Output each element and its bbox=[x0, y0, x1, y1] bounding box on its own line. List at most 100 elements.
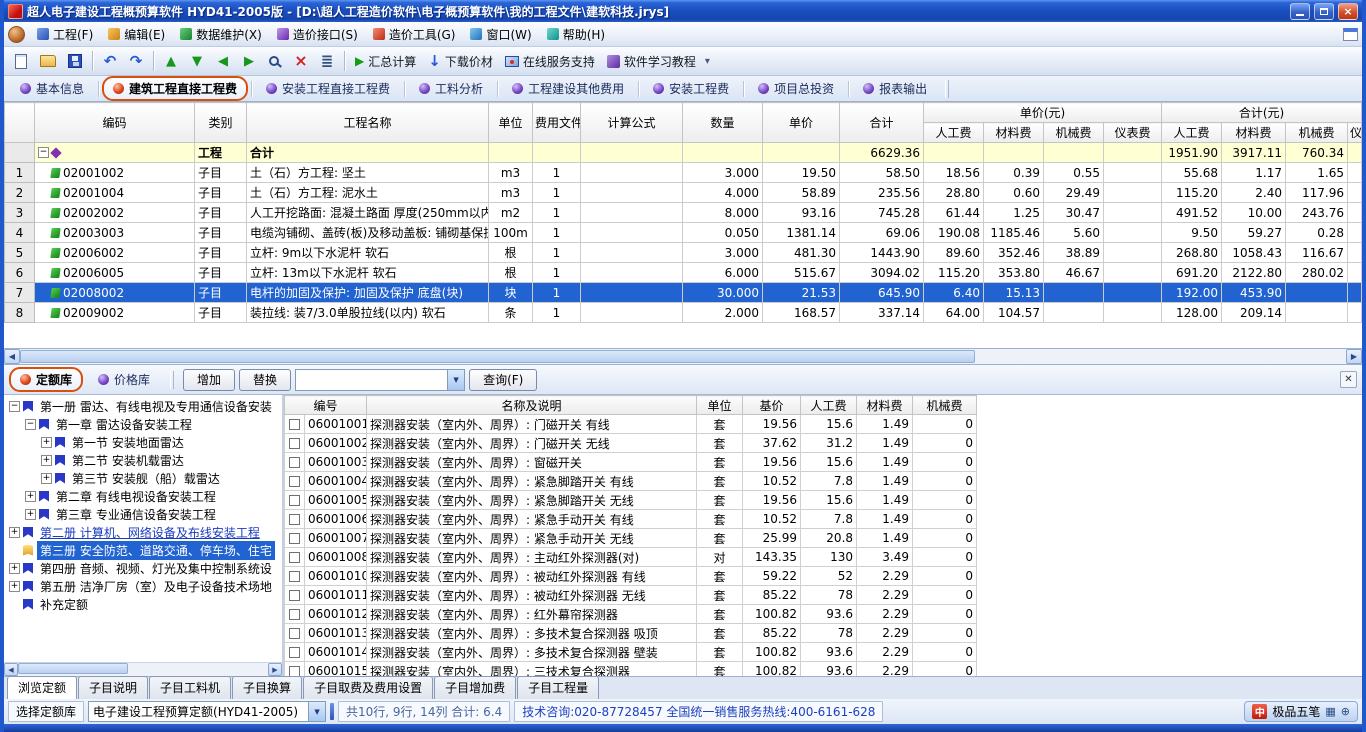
quota-cell[interactable]: 06001013 bbox=[305, 624, 367, 643]
grid-cell[interactable]: 29.49 bbox=[1044, 183, 1104, 203]
tab-item-resources[interactable]: 子目工料机 bbox=[149, 676, 231, 699]
quota-cell[interactable]: 06001001 bbox=[305, 415, 367, 434]
quota-cell[interactable]: 19.56 bbox=[743, 491, 801, 510]
col-header-t-machine[interactable]: 机械费 bbox=[1286, 123, 1348, 143]
table-row[interactable]: 502006002子目立杆: 9m以下水泥杆 软石根13.000481.3014… bbox=[5, 243, 1362, 263]
tree-expander[interactable]: − bbox=[38, 147, 49, 158]
grid-cell[interactable]: 5.60 bbox=[1044, 223, 1104, 243]
quota-cell[interactable]: 0 bbox=[913, 624, 977, 643]
quota-cell[interactable]: 1.49 bbox=[857, 510, 913, 529]
grid-cell[interactable]: 1 bbox=[533, 303, 581, 323]
quota-row[interactable]: 06001006探测器安装（室内外、周界）: 紧急手动开关 有线套10.527.… bbox=[285, 510, 977, 529]
quota-row[interactable]: 06001003探测器安装（室内外、周界）: 窗磁开关套19.5615.61.4… bbox=[285, 453, 977, 472]
row-checkbox-cell[interactable] bbox=[285, 491, 305, 510]
move-up-button[interactable]: ▲ bbox=[159, 49, 183, 73]
grid-cell[interactable]: 条 bbox=[489, 303, 533, 323]
menu-interface[interactable]: 造价接口(S) bbox=[270, 23, 365, 46]
row-checkbox[interactable] bbox=[289, 419, 300, 430]
row-checkbox-cell[interactable] bbox=[285, 605, 305, 624]
menu-edit[interactable]: 编辑(E) bbox=[101, 23, 172, 46]
quota-cell[interactable]: 93.6 bbox=[801, 662, 857, 677]
grid-cell[interactable] bbox=[1348, 303, 1362, 323]
table-row[interactable]: 202001004子目土（石）方工程: 泥水土m314.00058.89235.… bbox=[5, 183, 1362, 203]
quota-cell[interactable]: 52 bbox=[801, 567, 857, 586]
quota-cell[interactable]: 套 bbox=[697, 434, 743, 453]
tab-report-output[interactable]: 报表输出 bbox=[852, 76, 938, 101]
row-number[interactable]: 4 bbox=[5, 223, 35, 243]
quota-cell[interactable]: 套 bbox=[697, 662, 743, 677]
grid-cell[interactable]: 土（石）方工程: 坚土 bbox=[247, 163, 489, 183]
tree-expander[interactable]: + bbox=[9, 563, 20, 574]
grid-cell[interactable]: 子目 bbox=[195, 203, 247, 223]
row-checkbox-cell[interactable] bbox=[285, 662, 305, 677]
grid-cell[interactable]: 立杆: 9m以下水泥杆 软石 bbox=[247, 243, 489, 263]
row-checkbox[interactable] bbox=[289, 533, 300, 544]
row-checkbox[interactable] bbox=[289, 438, 300, 449]
save-button[interactable] bbox=[63, 49, 87, 73]
col-header-t-material[interactable]: 材料费 bbox=[1222, 123, 1286, 143]
quota-cell[interactable]: 0 bbox=[913, 567, 977, 586]
tab-labor-material-analysis[interactable]: 工料分析 bbox=[408, 76, 494, 101]
grid-cell[interactable]: 0.050 bbox=[683, 223, 763, 243]
grid-cell[interactable] bbox=[1044, 143, 1104, 163]
grid-cell[interactable]: 02006002 bbox=[35, 243, 195, 263]
grid-cell[interactable] bbox=[581, 143, 683, 163]
quota-cell[interactable]: 0 bbox=[913, 434, 977, 453]
col-header-fee-file[interactable]: 费用文件 bbox=[533, 103, 581, 143]
grid-cell[interactable]: 装拉线: 装7/3.0单股拉线(以内) 软石 bbox=[247, 303, 489, 323]
col-header-u-labor[interactable]: 人工费 bbox=[924, 123, 984, 143]
grid-cell[interactable]: 115.20 bbox=[1162, 183, 1222, 203]
quota-row[interactable]: 06001013探测器安装（室内外、周界）: 多技术复合探测器 吸顶套85.22… bbox=[285, 624, 977, 643]
tab-other-construction-fee[interactable]: 工程建设其他费用 bbox=[501, 76, 635, 101]
quota-cell[interactable]: 2.29 bbox=[857, 567, 913, 586]
move-right-button[interactable]: ▶ bbox=[237, 49, 261, 73]
grid-cell[interactable]: 1 bbox=[533, 183, 581, 203]
quota-cell[interactable]: 143.35 bbox=[743, 548, 801, 567]
menu-help[interactable]: 帮助(H) bbox=[540, 23, 612, 46]
grid-cell[interactable]: 2122.80 bbox=[1222, 263, 1286, 283]
quota-row[interactable]: 06001004探测器安装（室内外、周界）: 紧急脚踏开关 有线套10.527.… bbox=[285, 472, 977, 491]
grid-cell[interactable]: 1951.90 bbox=[1162, 143, 1222, 163]
download-price-button[interactable]: ↓下载价材 bbox=[423, 49, 498, 73]
table-row[interactable]: 802009002子目装拉线: 装7/3.0单股拉线(以内) 软石条12.000… bbox=[5, 303, 1362, 323]
grid-cell[interactable]: 69.06 bbox=[840, 223, 924, 243]
tree-item[interactable]: +第四册 音频、视频、灯光及集中控制系统设 bbox=[6, 559, 282, 577]
row-number[interactable]: 6 bbox=[5, 263, 35, 283]
tree-scroll-track[interactable] bbox=[18, 662, 268, 676]
row-checkbox-cell[interactable] bbox=[285, 472, 305, 491]
grid-cell[interactable]: 19.50 bbox=[763, 163, 840, 183]
quota-cell[interactable]: 100.82 bbox=[743, 662, 801, 677]
row-checkbox[interactable] bbox=[289, 666, 300, 676]
quota-cell[interactable]: 探测器安装（室内外、周界）: 门磁开关 无线 bbox=[367, 434, 697, 453]
grid-cell[interactable]: 10.00 bbox=[1222, 203, 1286, 223]
quota-cell[interactable]: 套 bbox=[697, 529, 743, 548]
grid-cell[interactable] bbox=[1348, 183, 1362, 203]
grid-cell[interactable]: 电缆沟铺砌、盖砖(板)及移动盖板: 铺砌基保护 bbox=[247, 223, 489, 243]
grid-cell[interactable]: 745.28 bbox=[840, 203, 924, 223]
scroll-track[interactable] bbox=[20, 349, 1346, 364]
grid-cell[interactable] bbox=[1104, 223, 1162, 243]
grid-cell[interactable]: 1381.14 bbox=[763, 223, 840, 243]
quota-cell[interactable]: 2.29 bbox=[857, 586, 913, 605]
quota-cell[interactable]: 探测器安装（室内外、周界）: 紧急手动开关 无线 bbox=[367, 529, 697, 548]
quota-cell[interactable]: 06001003 bbox=[305, 453, 367, 472]
tab-install-direct-fee[interactable]: 安装工程直接工程费 bbox=[255, 76, 401, 101]
grid-cell[interactable] bbox=[1348, 223, 1362, 243]
row-checkbox[interactable] bbox=[289, 457, 300, 468]
quota-cell[interactable]: 0 bbox=[913, 529, 977, 548]
row-checkbox[interactable] bbox=[289, 476, 300, 487]
tree-expander[interactable]: + bbox=[9, 527, 20, 538]
grid-cell[interactable]: 21.53 bbox=[763, 283, 840, 303]
quota-col-name[interactable]: 名称及说明 bbox=[367, 396, 697, 415]
tree-item-label[interactable]: 第二节 安装机载雷达 bbox=[69, 451, 187, 470]
quota-cell[interactable]: 15.6 bbox=[801, 491, 857, 510]
quota-cell[interactable]: 0 bbox=[913, 472, 977, 491]
find-button[interactable] bbox=[263, 49, 287, 73]
grid-cell[interactable]: 192.00 bbox=[1162, 283, 1222, 303]
quota-cell[interactable]: 探测器安装（室内外、周界）: 多技术复合探测器 吸顶 bbox=[367, 624, 697, 643]
grid-cell[interactable]: 64.00 bbox=[924, 303, 984, 323]
grid-cell[interactable]: 02009002 bbox=[35, 303, 195, 323]
quota-cell[interactable]: 探测器安装（室内外、周界）: 紧急手动开关 有线 bbox=[367, 510, 697, 529]
row-number[interactable]: 8 bbox=[5, 303, 35, 323]
grid-cell[interactable]: 46.67 bbox=[1044, 263, 1104, 283]
